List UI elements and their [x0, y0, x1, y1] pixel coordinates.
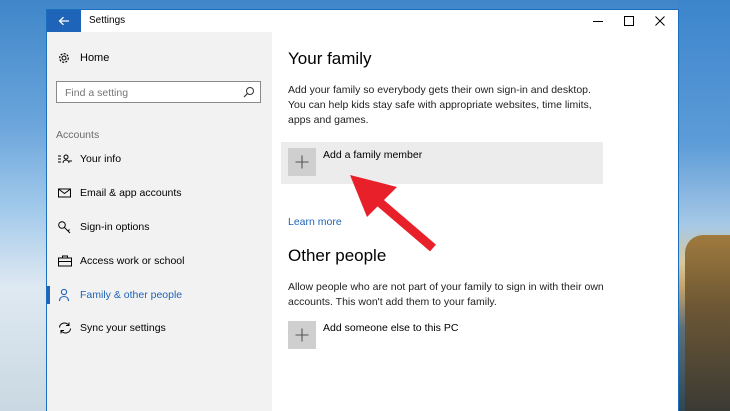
envelope-icon — [58, 188, 71, 198]
plus-icon — [295, 328, 309, 342]
sidebar-item-family-other-people[interactable]: Family & other people — [47, 282, 272, 308]
learn-more-link[interactable]: Learn more — [288, 216, 342, 228]
key-icon — [58, 221, 71, 234]
add-someone-else-label: Add someone else to this PC — [323, 322, 459, 334]
sidebar-item-label: Email & app accounts — [80, 187, 182, 199]
sidebar-item-work-school[interactable]: Access work or school — [47, 248, 272, 274]
wallpaper-rock — [685, 235, 730, 411]
family-heading: Your family — [288, 49, 372, 68]
maximize-icon — [624, 16, 634, 26]
person-card-icon — [58, 154, 72, 164]
maximize-button[interactable] — [614, 10, 644, 32]
home-label: Home — [80, 52, 110, 64]
plus-tile — [288, 321, 316, 349]
gear-icon — [59, 53, 69, 63]
minimize-icon — [593, 21, 603, 22]
section-label: Accounts — [56, 129, 100, 141]
plus-icon — [295, 155, 309, 169]
add-someone-else-button[interactable]: Add someone else to this PC — [281, 315, 603, 357]
sidebar-item-sign-in-options[interactable]: Sign-in options — [47, 214, 272, 240]
plus-tile — [288, 148, 316, 176]
search-input[interactable] — [63, 83, 242, 103]
sidebar-item-email-accounts[interactable]: Email & app accounts — [47, 180, 272, 206]
minimize-button[interactable] — [583, 10, 613, 32]
sync-icon — [58, 322, 72, 334]
search-icon — [243, 87, 254, 98]
sidebar-item-label: Your info — [80, 153, 122, 165]
sidebar-item-your-info[interactable]: Your info — [47, 146, 272, 172]
back-button[interactable] — [47, 10, 81, 32]
add-family-member-label: Add a family member — [323, 149, 423, 161]
search-box[interactable] — [56, 81, 261, 103]
family-description: Add your family so everybody gets their … — [288, 84, 592, 126]
other-people-description: Allow people who are not part of your fa… — [288, 281, 604, 308]
desktop-wallpaper-left — [0, 0, 47, 411]
person-icon — [58, 288, 70, 302]
annotation-arrow-icon — [350, 175, 436, 252]
back-arrow-icon — [58, 16, 69, 26]
active-indicator — [47, 286, 50, 304]
sidebar: Home Accounts Your info Email — [47, 32, 272, 411]
main-content: Your family Add your family so everybody… — [272, 32, 678, 411]
close-icon — [655, 16, 665, 26]
home-link[interactable]: Home — [47, 49, 272, 69]
briefcase-icon — [58, 255, 72, 267]
title-bar: Settings — [47, 10, 678, 32]
window-title: Settings — [89, 15, 126, 26]
close-button[interactable] — [645, 10, 675, 32]
sidebar-item-label: Access work or school — [80, 255, 185, 267]
sidebar-item-sync-settings[interactable]: Sync your settings — [47, 315, 272, 341]
sidebar-item-label: Sign-in options — [80, 221, 150, 233]
sidebar-item-label: Family & other people — [80, 289, 183, 301]
sidebar-item-label: Sync your settings — [80, 322, 166, 334]
